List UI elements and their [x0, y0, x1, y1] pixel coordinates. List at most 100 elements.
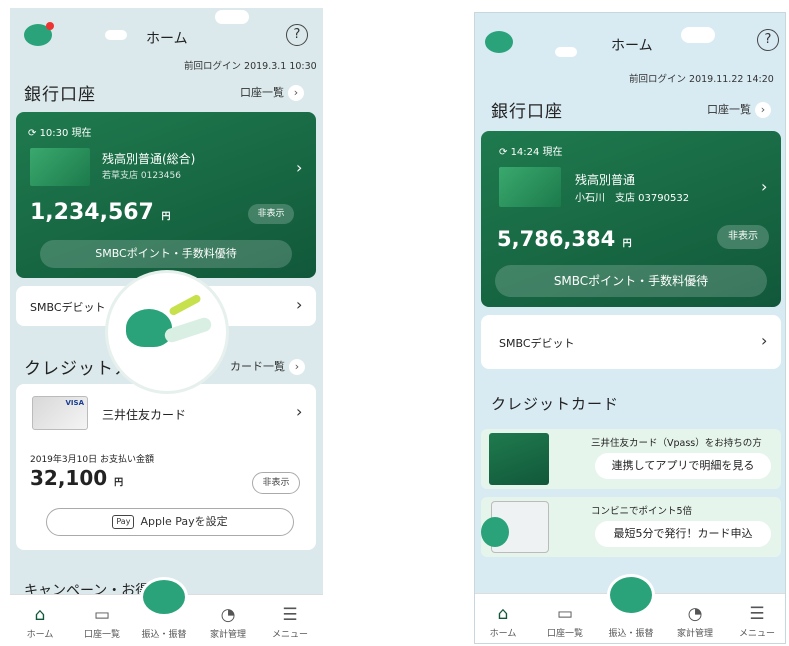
mascot-zoom-circle [105, 270, 229, 394]
account-name: 残高別普通 [575, 173, 636, 187]
cloud-decoration [105, 30, 127, 40]
page-title: ホーム [146, 31, 188, 47]
payment-amount-value: 32,100 [30, 466, 108, 490]
mascot-icon[interactable] [607, 574, 655, 616]
nav-label: メニュー [738, 629, 775, 639]
bottom-nav: ⌂ ホーム ▭ 口座一覧 振込・振替 ◔ 家計管理 ☰ メニュー [475, 574, 785, 643]
cloud-decoration [215, 10, 249, 24]
promo-text: 三井住友カード（Vpass）をお持ちの方 [591, 438, 762, 449]
chevron-right-icon: › [755, 102, 771, 118]
leaf-icon [168, 293, 202, 317]
nav-budget[interactable]: ◔ 家計管理 [667, 604, 723, 639]
nav-label: 振込・振替 [608, 629, 654, 639]
chevron-right-icon: › [761, 331, 768, 350]
card-icon: ▭ [93, 605, 111, 625]
refresh-time[interactable]: ⟳ 14:24 現在 [499, 143, 563, 158]
account-list-link[interactable]: 口座一覧 › [707, 101, 771, 118]
card-apply-button[interactable]: 最短5分で発行！カード申込 [595, 521, 771, 547]
debit-row[interactable]: SMBCデビット › [481, 315, 781, 369]
last-login-text: 前回ログイン 2019.3.1 10:30 [184, 61, 317, 72]
account-thumbnail [30, 148, 90, 186]
apple-pay-setup-button[interactable]: Pay Apple Payを設定 [46, 508, 294, 536]
refresh-time-label: 14:24 現在 [510, 147, 563, 158]
bottom-nav: ⌂ ホーム ▭ 口座一覧 振込・振替 ◔ 家計管理 ☰ メニュー [10, 577, 323, 644]
nav-label: 家計管理 [676, 629, 713, 639]
chevron-right-icon: › [296, 295, 303, 314]
chevron-right-icon: › [296, 402, 303, 421]
nav-label: ホーム [489, 629, 517, 639]
nav-menu[interactable]: ☰ メニュー [729, 604, 785, 639]
promo-text: コンビニでポイント5倍 [591, 506, 693, 517]
nav-menu[interactable]: ☰ メニュー [262, 605, 318, 640]
cloud-decoration [681, 27, 715, 43]
promo-thumbnail [489, 433, 549, 485]
nav-accounts[interactable]: ▭ 口座一覧 [74, 605, 130, 640]
payment-amount: 32,100 円 [30, 466, 123, 490]
help-icon[interactable]: ? [286, 24, 308, 46]
chevron-right-icon: › [289, 359, 305, 375]
branch-number: 小石川 支店 03790532 [575, 193, 690, 204]
promo-banner-card-apply[interactable]: コンビニでポイント5倍 最短5分で発行！カード申込 [481, 497, 781, 557]
nav-label: 振込・振替 [141, 630, 187, 640]
nav-label: 口座一覧 [83, 630, 120, 640]
nav-transfer[interactable]: 振込・振替 [603, 626, 659, 639]
nav-home[interactable]: ⌂ ホーム [12, 605, 68, 640]
smbc-points-button[interactable]: SMBCポイント・手数料優待 [40, 240, 292, 268]
credit-card-panel[interactable]: VISA 三井住友カード › 2019年3月10日 お支払い金額 32,100 … [16, 384, 316, 550]
card-name: 三井住友カード [102, 408, 187, 422]
bank-account-card[interactable]: ⟳ 14:24 現在 残高別普通 小石川 支店 03790532 › 5,786… [481, 131, 781, 307]
bank-section-title: 銀行口座 [24, 85, 96, 105]
phone-screen-right: ホーム ? 前回ログイン 2019.11.22 14:20 銀行口座 口座一覧 ›… [474, 12, 786, 644]
hide-balance-button[interactable]: 非表示 [717, 225, 769, 249]
hide-amount-button[interactable]: 非表示 [252, 472, 300, 494]
credit-section-title: クレジットカード [491, 395, 620, 413]
account-list-link[interactable]: 口座一覧 › [240, 84, 304, 101]
mascot-icon [126, 309, 172, 347]
mascot-icon [485, 31, 513, 53]
notification-dot-icon [46, 22, 54, 30]
nav-budget[interactable]: ◔ 家計管理 [200, 605, 256, 640]
page-title: ホーム [611, 38, 653, 54]
account-list-link-label: 口座一覧 [707, 103, 751, 116]
menu-icon: ☰ [749, 604, 765, 624]
balance-amount: 1,234,567 円 [30, 200, 171, 225]
account-list-link-label: 口座一覧 [240, 86, 284, 99]
account-thumbnail [499, 167, 561, 207]
balance-unit: 円 [161, 212, 171, 222]
nav-home[interactable]: ⌂ ホーム [475, 604, 531, 639]
debit-label: SMBCデビット [30, 301, 106, 314]
card-brand-label: VISA [65, 399, 84, 407]
hide-balance-button[interactable]: 非表示 [248, 204, 294, 224]
card-icon: ▭ [556, 604, 574, 624]
chevron-right-icon: › [296, 158, 303, 177]
help-icon[interactable]: ? [757, 29, 779, 51]
nav-label: メニュー [271, 630, 308, 640]
refresh-icon: ⟳ [499, 147, 511, 158]
refresh-time-label: 10:30 現在 [39, 128, 92, 139]
cloud-decoration [555, 47, 577, 57]
nav-transfer[interactable]: 振込・振替 [136, 627, 192, 640]
balance-unit: 円 [622, 239, 632, 249]
chevron-right-icon: › [761, 177, 768, 196]
smbc-points-button[interactable]: SMBCポイント・手数料優待 [495, 265, 767, 297]
chart-icon: ◔ [220, 605, 236, 625]
chevron-right-icon: › [288, 85, 304, 101]
card-list-link[interactable]: カード一覧 › [230, 358, 305, 375]
vpass-link-button[interactable]: 連携してアプリで明細を見る [595, 453, 771, 479]
promo-banner-vpass[interactable]: 三井住友カード（Vpass）をお持ちの方 連携してアプリで明細を見る [481, 429, 781, 489]
nav-label: ホーム [26, 630, 54, 640]
home-icon: ⌂ [34, 605, 46, 625]
balance-amount: 5,786,384 円 [497, 227, 632, 251]
bank-account-card[interactable]: ⟳ 10:30 現在 残高別普通(総合) 若草支店 0123456 › 1,23… [16, 112, 316, 278]
menu-icon: ☰ [282, 605, 298, 625]
nav-label: 口座一覧 [546, 629, 583, 639]
payment-date: 2019年3月10日 お支払い金額 [30, 455, 154, 465]
apple-pay-icon: Pay [112, 515, 135, 529]
balance-value: 5,786,384 [497, 227, 616, 251]
payment-amount-unit: 円 [114, 478, 124, 488]
nav-accounts[interactable]: ▭ 口座一覧 [537, 604, 593, 639]
refresh-time[interactable]: ⟳ 10:30 現在 [28, 124, 92, 139]
nav-label: 家計管理 [209, 630, 246, 640]
mascot-icon[interactable] [140, 577, 188, 617]
card-list-link-label: カード一覧 [230, 360, 285, 373]
